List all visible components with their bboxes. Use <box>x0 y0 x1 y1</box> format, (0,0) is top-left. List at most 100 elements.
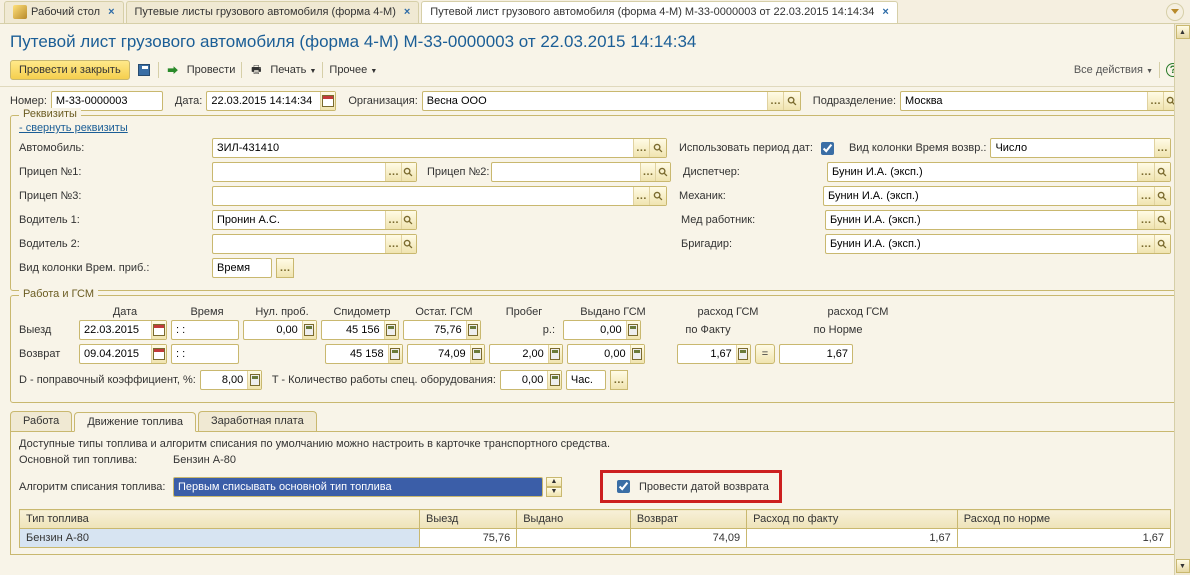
tab-waybill-doc[interactable]: Путевой лист грузового автомобиля (форма… <box>421 1 898 23</box>
col-fact[interactable]: Расход по факту <box>747 510 958 529</box>
open-button[interactable] <box>401 163 416 181</box>
ret-time[interactable] <box>172 345 238 363</box>
calc-button[interactable] <box>466 321 480 339</box>
trailer3-input[interactable] <box>213 187 633 205</box>
calendar-button[interactable] <box>320 92 336 110</box>
all-actions-menu[interactable]: Все действия ▼ <box>1074 64 1153 76</box>
select-button[interactable] <box>1137 187 1153 205</box>
ret-norm[interactable] <box>780 345 852 363</box>
calc-button[interactable] <box>626 321 640 339</box>
spinner-down[interactable]: ▼ <box>546 487 562 497</box>
print-menu[interactable]: Печать ▼ <box>270 64 316 76</box>
ret-date[interactable] <box>80 345 151 363</box>
open-button[interactable] <box>655 163 670 181</box>
select-button[interactable] <box>1147 92 1163 110</box>
select-button[interactable] <box>610 370 628 390</box>
dispatcher-input[interactable] <box>828 163 1137 181</box>
foreman-input[interactable] <box>826 235 1137 253</box>
return-col-input[interactable] <box>991 139 1153 157</box>
select-button[interactable] <box>1137 163 1153 181</box>
select-button[interactable] <box>385 211 400 229</box>
subtab-fuel[interactable]: Движение топлива <box>74 412 196 432</box>
calc-button[interactable] <box>547 371 561 389</box>
dep-iss[interactable] <box>564 321 626 339</box>
select-button[interactable] <box>633 139 650 157</box>
calc-button[interactable] <box>736 345 750 363</box>
dep-odo[interactable] <box>322 321 384 339</box>
calc-button[interactable] <box>470 345 484 363</box>
open-button[interactable] <box>401 235 416 253</box>
post-return-date-checkbox[interactable] <box>617 480 630 493</box>
close-icon[interactable]: × <box>404 6 410 18</box>
t-input[interactable] <box>501 371 547 389</box>
scroll-up-button[interactable]: ▲ <box>1176 25 1190 39</box>
calc-button[interactable] <box>247 371 261 389</box>
subtab-salary[interactable]: Заработная плата <box>198 411 317 431</box>
open-button[interactable] <box>1154 187 1170 205</box>
d-coef-input[interactable] <box>201 371 247 389</box>
col-dep[interactable]: Выезд <box>420 510 517 529</box>
tab-desktop[interactable]: Рабочий стол × <box>4 1 124 23</box>
dep-rest[interactable] <box>404 321 466 339</box>
select-button[interactable] <box>640 163 655 181</box>
select-button[interactable] <box>633 187 650 205</box>
eq-button[interactable]: = <box>755 344 775 364</box>
calc-button[interactable] <box>388 345 402 363</box>
cell-dep[interactable]: 75,76 <box>420 529 517 548</box>
trailer2-input[interactable] <box>492 163 640 181</box>
ret-odo[interactable] <box>326 345 388 363</box>
select-button[interactable] <box>767 92 783 110</box>
open-button[interactable] <box>783 92 799 110</box>
table-row[interactable]: Бензин А-80 75,76 74,09 1,67 1,67 <box>20 529 1171 548</box>
col-iss[interactable]: Выдано <box>517 510 631 529</box>
ret-rest[interactable] <box>408 345 470 363</box>
cell-fact[interactable]: 1,67 <box>747 529 958 548</box>
close-icon[interactable]: × <box>882 6 888 18</box>
mechanic-input[interactable] <box>824 187 1137 205</box>
select-button[interactable] <box>1137 235 1153 253</box>
medic-input[interactable] <box>826 211 1137 229</box>
select-button[interactable] <box>385 163 400 181</box>
collapse-requisites-link[interactable]: - свернуть реквизиты <box>19 122 128 134</box>
dep-date[interactable] <box>80 321 151 339</box>
scroll-down-button[interactable]: ▼ <box>1176 559 1190 573</box>
post-and-close-button[interactable]: Провести и закрыть <box>10 60 130 80</box>
ret-iss[interactable] <box>568 345 630 363</box>
open-button[interactable] <box>1154 211 1170 229</box>
arrive-col-input[interactable] <box>213 259 271 277</box>
vertical-scrollbar[interactable]: ▲ ▼ <box>1174 24 1190 575</box>
close-icon[interactable]: × <box>108 6 114 18</box>
calc-button[interactable] <box>384 321 398 339</box>
select-button[interactable] <box>1137 211 1153 229</box>
algo-input[interactable] <box>174 478 542 496</box>
org-input[interactable] <box>423 92 767 110</box>
col-fuel-type[interactable]: Тип топлива <box>20 510 420 529</box>
open-button[interactable] <box>649 139 666 157</box>
subtab-work[interactable]: Работа <box>10 411 72 431</box>
driver1-input[interactable] <box>213 211 385 229</box>
calendar-button[interactable] <box>151 345 166 363</box>
calc-button[interactable] <box>548 345 562 363</box>
ret-run[interactable] <box>490 345 548 363</box>
col-norm[interactable]: Расход по норме <box>957 510 1170 529</box>
dep-time[interactable] <box>172 321 238 339</box>
save-button[interactable] <box>136 62 152 78</box>
open-button[interactable] <box>401 211 416 229</box>
select-button[interactable] <box>1154 139 1170 157</box>
ret-fact[interactable] <box>678 345 736 363</box>
more-menu[interactable]: Прочее ▼ <box>329 64 377 76</box>
cell-type[interactable]: Бензин А-80 <box>20 529 420 548</box>
tab-waybill-list[interactable]: Путевые листы грузового автомобиля (форм… <box>126 1 420 23</box>
use-date-period-checkbox[interactable] <box>821 142 834 155</box>
date-input[interactable] <box>207 92 319 110</box>
col-ret[interactable]: Возврат <box>630 510 746 529</box>
open-button[interactable] <box>1154 235 1170 253</box>
open-button[interactable] <box>649 187 666 205</box>
open-button[interactable] <box>1154 163 1170 181</box>
driver2-input[interactable] <box>213 235 385 253</box>
t-unit-input[interactable] <box>567 371 605 389</box>
calendar-button[interactable] <box>151 321 166 339</box>
post-button[interactable]: Провести <box>187 64 236 76</box>
calc-button[interactable] <box>630 345 644 363</box>
dep-nul[interactable] <box>244 321 302 339</box>
